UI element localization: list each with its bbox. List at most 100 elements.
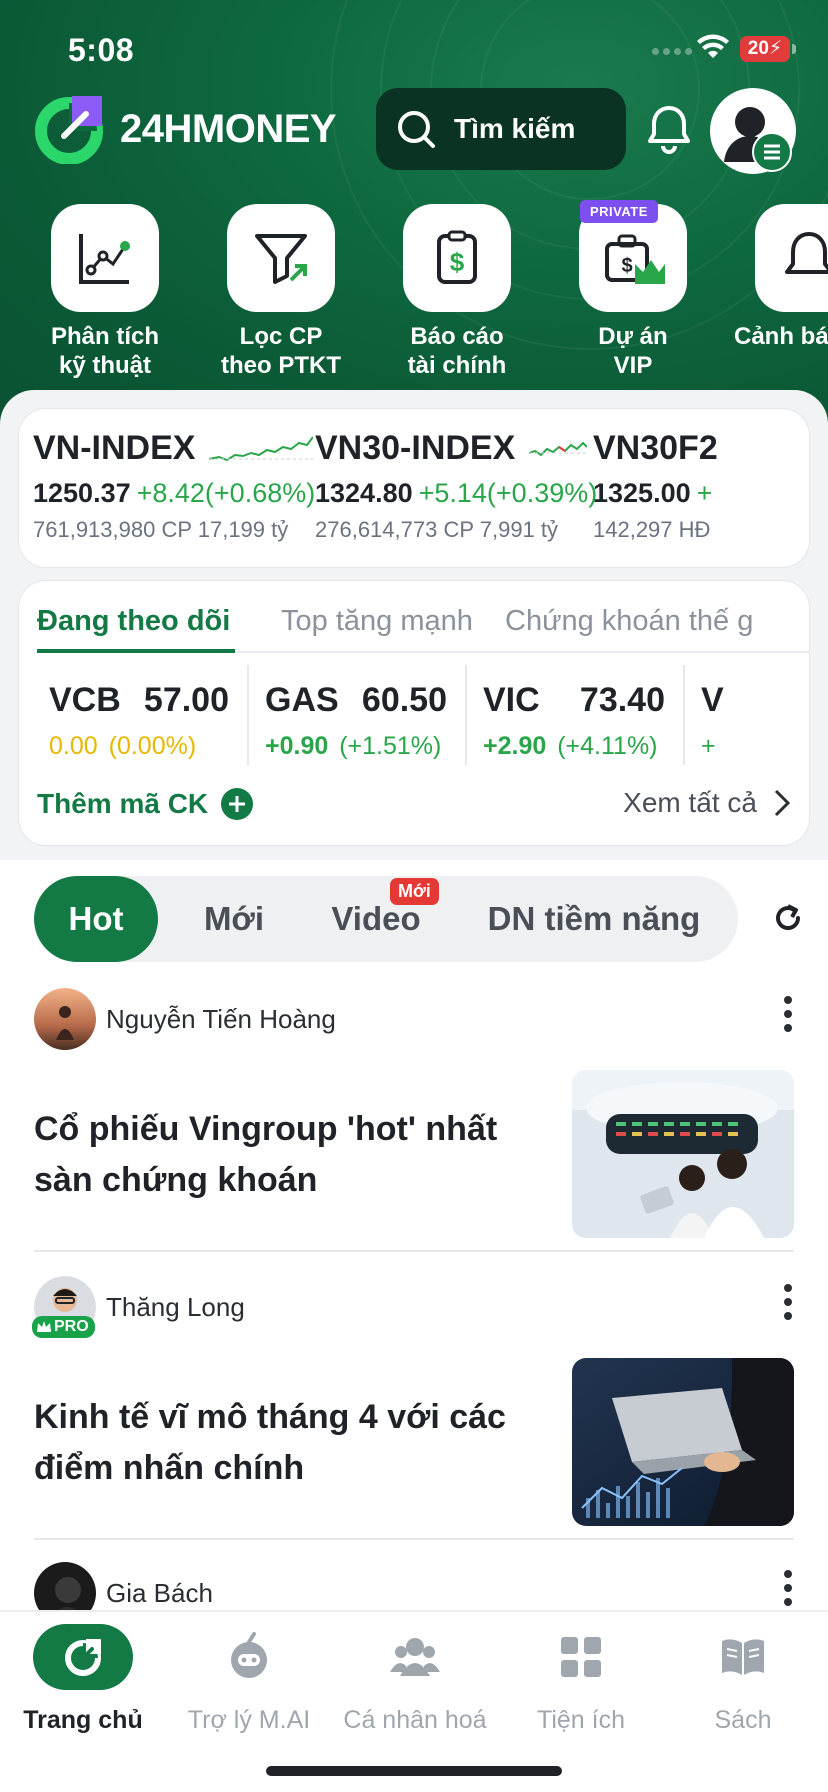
shortcut-price-alert[interactable]: Cảnh bá: [734, 204, 828, 351]
robot-icon: [231, 1632, 267, 1678]
index-ticker-card[interactable]: VN-INDEX 1250.37 +8.42(+0.68%) 761,913,98…: [18, 408, 810, 568]
stock-symbol: VCB: [49, 681, 121, 719]
nav-books[interactable]: Sách: [660, 1622, 826, 1735]
post-title[interactable]: Cổ phiếu Vingroup 'hot' nhất sàn chứng k…: [34, 1104, 514, 1206]
watchlist-tabs: Đang theo dõi Top tăng mạnh Chứng khoán …: [37, 595, 809, 653]
post-thumbnail[interactable]: [572, 1358, 794, 1526]
chevron-right-icon: [774, 789, 791, 817]
svg-text:$: $: [450, 247, 465, 277]
nav-home[interactable]: Trang chủ: [0, 1622, 166, 1735]
pro-badge: PRO: [32, 1316, 95, 1338]
nav-ai-assistant[interactable]: Trợ lý M.AI: [166, 1622, 332, 1735]
nav-label: Trang chủ: [23, 1706, 143, 1734]
shortcut-label: Dự án: [598, 323, 668, 350]
shortcut-vip-project[interactable]: $ Dự án VIP: [558, 204, 708, 380]
post-author[interactable]: PRO Thăng Long: [32, 1276, 245, 1338]
stock-change-pct: (0.00%): [108, 732, 197, 760]
vip-project-icon: $: [605, 234, 665, 284]
shortcut-label: Báo cáo: [410, 323, 504, 350]
index-name: VN30-INDEX: [315, 429, 516, 467]
stock-item-vic[interactable]: VIC 73.40 +2.90 (+4.11%): [467, 665, 685, 765]
stock-change: +: [701, 732, 716, 760]
sparkline-icon: [529, 441, 588, 456]
post-thumbnail[interactable]: [572, 1070, 794, 1238]
financial-report-icon: $: [437, 230, 477, 284]
stock-item-vcb[interactable]: VCB 57.00 0.00 (0.00%): [19, 665, 249, 765]
tab-top-gainers[interactable]: Top tăng mạnh: [281, 605, 473, 638]
shortcut-label: kỹ thuật: [58, 352, 151, 379]
author-name: Thăng Long: [106, 1291, 245, 1322]
shortcut-label: tài chính: [407, 352, 507, 379]
nav-utilities[interactable]: Tiện ích: [498, 1622, 664, 1735]
notification-bell-icon[interactable]: [646, 104, 692, 154]
tab-world-markets[interactable]: Chứng khoán thế g: [505, 605, 753, 638]
index-item[interactable]: VN30F2 1325.00 + 142,297 HĐ: [593, 429, 718, 543]
feed-tab-hot[interactable]: Hot: [34, 876, 158, 962]
author-avatar: [34, 988, 96, 1050]
shortcut-label: Lọc CP: [239, 323, 323, 350]
feed-tab-new[interactable]: Mới: [184, 876, 284, 962]
status-bar: 5:08 20⚡: [0, 30, 828, 70]
index-item[interactable]: VN30-INDEX 1324.80 +5.14(+0.39%) 276,614,…: [315, 429, 597, 543]
chart-analysis-icon: [79, 234, 130, 284]
author-name: Gia Bách: [106, 1577, 213, 1608]
new-badge: Mới: [390, 878, 439, 905]
filter-icon: [255, 234, 307, 284]
stock-symbol: GAS: [265, 681, 339, 719]
feed-tab-potential-companies[interactable]: DN tiềm năng: [474, 876, 714, 962]
more-options-icon[interactable]: [782, 1282, 794, 1322]
add-stock-button[interactable]: Thêm mã CK: [37, 787, 254, 821]
index-value: 1250.37: [33, 478, 131, 508]
stock-item-gas[interactable]: GAS 60.50 +0.90 (+1.51%): [249, 665, 467, 765]
shortcut-technical-analysis[interactable]: Phân tích kỹ thuật: [30, 204, 180, 380]
index-volume: 142,297 HĐ: [593, 517, 711, 542]
watchlist-card: Đang theo dõi Top tăng mạnh Chứng khoán …: [18, 580, 810, 846]
tab-following[interactable]: Đang theo dõi: [37, 605, 230, 638]
feed-tabs: Hot Mới Video DN tiềm năng: [34, 876, 738, 962]
logo-text: 24HMONEY: [120, 106, 337, 151]
crown-icon: [37, 1321, 51, 1332]
private-tag: PRIVATE: [580, 200, 658, 223]
alert-bell-icon: [785, 232, 828, 274]
search-label: Tìm kiếm: [454, 113, 576, 144]
shortcut-label: VIP: [613, 352, 653, 379]
news-post[interactable]: Nguyễn Tiến Hoàng Cổ phiếu Vingroup 'hot…: [34, 988, 794, 1252]
index-name: VN-INDEX: [33, 429, 196, 467]
people-icon: [390, 1638, 440, 1676]
battery-icon: 20⚡: [740, 36, 796, 62]
post-author[interactable]: Nguyễn Tiến Hoàng: [34, 988, 336, 1050]
shortcut-label: theo PTKT: [221, 352, 341, 379]
home-indicator[interactable]: [266, 1766, 562, 1776]
index-change: +8.42(+0.68%): [136, 478, 316, 508]
more-options-icon[interactable]: [782, 1568, 794, 1608]
refresh-icon[interactable]: [770, 900, 806, 936]
shortcut-stock-filter[interactable]: Lọc CP theo PTKT: [206, 204, 356, 380]
shortcut-label: Phân tích: [50, 323, 159, 350]
search-button[interactable]: Tìm kiếm: [376, 88, 626, 170]
nav-personalize[interactable]: Cá nhân hoá: [332, 1622, 498, 1735]
view-all-button[interactable]: Xem tất cả: [623, 787, 791, 819]
active-tab-indicator: [37, 649, 235, 653]
post-title[interactable]: Kinh tế vĩ mô tháng 4 với các điểm nhấn …: [34, 1392, 514, 1494]
news-post[interactable]: PRO Thăng Long Kinh tế vĩ mô tháng 4 với…: [32, 1276, 794, 1540]
signal-icon: [652, 48, 692, 55]
shortcut-label: Cảnh bá: [734, 323, 828, 350]
author-avatar: PRO: [32, 1276, 96, 1338]
more-options-icon[interactable]: [782, 994, 794, 1034]
home-pill: [33, 1624, 133, 1690]
sparkline-icon: [209, 435, 314, 461]
app-logo[interactable]: 24HMONEY: [34, 94, 337, 165]
index-item[interactable]: VN-INDEX 1250.37 +8.42(+0.68%) 761,913,98…: [33, 429, 315, 543]
stock-change: +0.90: [265, 732, 329, 760]
search-icon: [398, 111, 435, 148]
nav-label: Sách: [714, 1706, 772, 1734]
stock-change: 0.00: [49, 732, 98, 760]
menu-icon[interactable]: [752, 132, 792, 172]
plus-circle-icon: [221, 788, 254, 820]
stock-item-partial[interactable]: V +: [685, 665, 809, 765]
pro-label: PRO: [54, 1318, 89, 1335]
watchlist-stocks: VCB 57.00 0.00 (0.00%) GAS 60.50 +0.90 (+1…: [19, 665, 809, 765]
add-stock-label: Thêm mã CK: [37, 788, 209, 819]
bottom-navigation: Trang chủ Trợ lý M.AI Cá nhân hoá Tiện í…: [0, 1610, 828, 1792]
shortcut-financial-report[interactable]: $ Báo cáo tài chính: [382, 204, 532, 380]
